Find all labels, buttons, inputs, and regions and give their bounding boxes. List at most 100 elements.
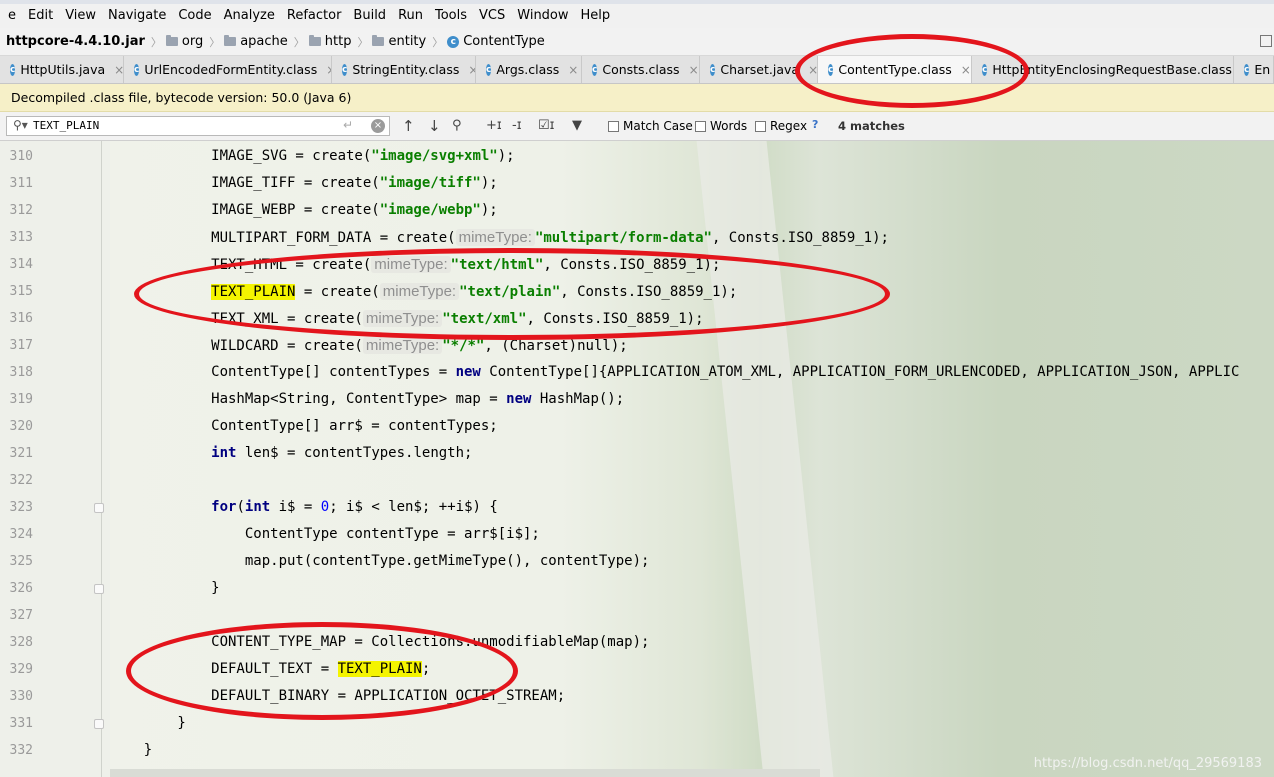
horizontal-scrollbar[interactable] [110, 769, 820, 777]
code-line[interactable]: IMAGE_WEBP = create("image/webp"); [110, 197, 498, 224]
breadcrumb-entity[interactable]: entity [372, 34, 426, 49]
add-selection-icon[interactable]: +ɪ [486, 117, 502, 135]
code-text: , Consts.ISO_8859_1); [543, 257, 721, 273]
line-number: 311 [9, 176, 33, 191]
menu-item-build[interactable]: Build [347, 4, 392, 28]
menu-item-view[interactable]: View [59, 4, 102, 28]
parameter-hint: mimeType: [379, 283, 460, 300]
filter-icon[interactable]: ▼ [572, 117, 582, 135]
code-line[interactable]: ContentType[] arr$ = contentTypes; [110, 413, 498, 440]
code-line[interactable]: } [110, 575, 219, 602]
code-line[interactable]: int len$ = contentTypes.length; [110, 440, 472, 467]
close-icon[interactable]: × [468, 63, 475, 77]
code-text: ); [480, 202, 498, 218]
menu-item-vcs[interactable]: VCS [473, 4, 511, 28]
line-number: 320 [9, 419, 33, 434]
tab-label: En [1254, 62, 1271, 77]
package-icon [308, 35, 321, 46]
tab-stringentity[interactable]: c StringEntity.class × [332, 56, 476, 83]
code-text: len$ = contentTypes.length; [236, 445, 473, 461]
fold-marker-icon[interactable] [94, 584, 104, 594]
code-line[interactable]: ContentType contentType = arr$[i$]; [110, 521, 540, 548]
regex-checkbox[interactable]: Regex [755, 119, 807, 133]
code-line[interactable]: TEXT_XML = create(mimeType: "text/xml", C… [110, 305, 704, 332]
code-line[interactable]: DEFAULT_BINARY = APPLICATION_OCTET_STREA… [110, 683, 565, 710]
checkbox-box[interactable] [608, 120, 619, 132]
tab-overflow[interactable]: c En [1234, 56, 1274, 83]
menu-item-edit[interactable]: Edit [22, 4, 59, 28]
gutter-divider [101, 141, 102, 777]
string-literal: "multipart/form-data" [534, 230, 712, 246]
code-line[interactable]: DEFAULT_TEXT = TEXT_PLAIN; [110, 656, 430, 683]
select-all-occurrences-icon[interactable]: ☑ɪ [538, 117, 555, 135]
search-input[interactable]: ⚲▾ TEXT_PLAIN ↵ × [6, 116, 390, 136]
fold-marker-icon[interactable] [94, 719, 104, 729]
regex-help-icon[interactable]: ? [812, 118, 818, 131]
menu-item-window[interactable]: Window [511, 4, 574, 28]
code-line[interactable]: TEXT_HTML = create(mimeType: "text/html",… [110, 251, 720, 278]
search-match-highlight: TEXT_PLAIN [337, 661, 422, 677]
close-icon[interactable]: × [568, 63, 578, 77]
breadcrumb-http[interactable]: http [308, 34, 351, 49]
tab-contenttype[interactable]: c ContentType.class × [818, 56, 972, 83]
tab-label: HttpEntityEnclosingRequestBase.class [992, 62, 1232, 77]
code-line[interactable]: IMAGE_SVG = create("image/svg+xml"); [110, 143, 514, 170]
code-line[interactable]: HashMap<String, ContentType> map = new H… [110, 386, 624, 413]
clear-icon[interactable]: × [371, 119, 385, 133]
code-line[interactable]: for(int i$ = 0; i$ < len$; ++i$) { [110, 494, 498, 521]
code-line[interactable]: IMAGE_TIFF = create("image/tiff"); [110, 170, 498, 197]
menu-item-file[interactable]: e [2, 4, 22, 28]
breadcrumb-jar[interactable]: httpcore-4.4.10.jar [6, 34, 145, 49]
string-literal: "text/plain" [459, 284, 561, 300]
tab-args[interactable]: c Args.class × [476, 56, 582, 83]
checkbox-box[interactable] [755, 120, 766, 132]
tab-urlencodedformentity[interactable]: c UrlEncodedFormEntity.class × [124, 56, 332, 83]
search-query[interactable]: TEXT_PLAIN [33, 119, 99, 132]
remove-selection-icon[interactable]: -ɪ [512, 117, 522, 135]
tab-httputils[interactable]: c HttpUtils.java × [0, 56, 124, 83]
arrow-down-icon[interactable]: ↓ [428, 117, 441, 135]
class-icon: c [710, 63, 716, 76]
line-number: 331 [9, 716, 33, 731]
line-number: 312 [9, 203, 33, 218]
menu-item-navigate[interactable]: Navigate [102, 4, 172, 28]
close-icon[interactable]: × [114, 63, 123, 77]
class-icon: c [447, 35, 460, 48]
menu-item-analyze[interactable]: Analyze [218, 4, 281, 28]
code-line[interactable]: WILDCARD = create(mimeType: "*/*", (Chars… [110, 332, 628, 359]
code-line[interactable]: } [110, 710, 185, 737]
breadcrumb-contenttype[interactable]: c ContentType [447, 34, 545, 49]
code-line[interactable]: } [110, 737, 152, 764]
words-checkbox[interactable]: Words [695, 119, 747, 133]
code-text: ; i$ < len$; ++i$) { [329, 499, 498, 515]
tab-charset[interactable]: c Charset.java × [700, 56, 818, 83]
checkbox-box[interactable] [695, 120, 706, 132]
fold-marker-icon[interactable] [94, 503, 104, 513]
search-icon[interactable]: ⚲▾ [13, 118, 28, 132]
menu-item-refactor[interactable]: Refactor [281, 4, 348, 28]
close-icon[interactable]: × [808, 63, 817, 77]
match-case-checkbox[interactable]: Match Case [608, 119, 693, 133]
code-line[interactable]: CONTENT_TYPE_MAP = Collections.unmodifia… [110, 629, 649, 656]
menu-item-help[interactable]: Help [575, 4, 617, 28]
code-editor[interactable]: 310 311 312 313 314 315 316 317 318 319 … [0, 141, 1274, 777]
close-icon[interactable]: × [961, 63, 971, 77]
find-usages-icon[interactable]: ⚲ [452, 117, 462, 135]
code-line[interactable]: map.put(contentType.getMimeType(), conte… [110, 548, 650, 575]
keyword: for [211, 499, 237, 515]
arrow-up-icon[interactable]: ↑ [402, 117, 415, 135]
code-line[interactable]: MULTIPART_FORM_DATA = create(mimeType: "m… [110, 224, 889, 251]
tab-httpentityenclosingrequestbase[interactable]: c HttpEntityEnclosingRequestBase.class × [972, 56, 1234, 83]
menu-item-code[interactable]: Code [172, 4, 217, 28]
code-line[interactable]: ContentType[] contentTypes = new Content… [110, 359, 1239, 386]
code-line[interactable]: TEXT_PLAIN = create(mimeType: "text/plain… [110, 278, 737, 305]
close-icon[interactable]: × [689, 63, 699, 77]
line-number: 324 [9, 527, 33, 542]
menu-item-tools[interactable]: Tools [429, 4, 473, 28]
tab-consts[interactable]: c Consts.class × [582, 56, 700, 83]
breadcrumb-org[interactable]: org [165, 34, 203, 49]
window-restore-icon[interactable] [1260, 35, 1272, 47]
breadcrumb-apache[interactable]: apache [224, 34, 288, 49]
menu-item-run[interactable]: Run [392, 4, 429, 28]
